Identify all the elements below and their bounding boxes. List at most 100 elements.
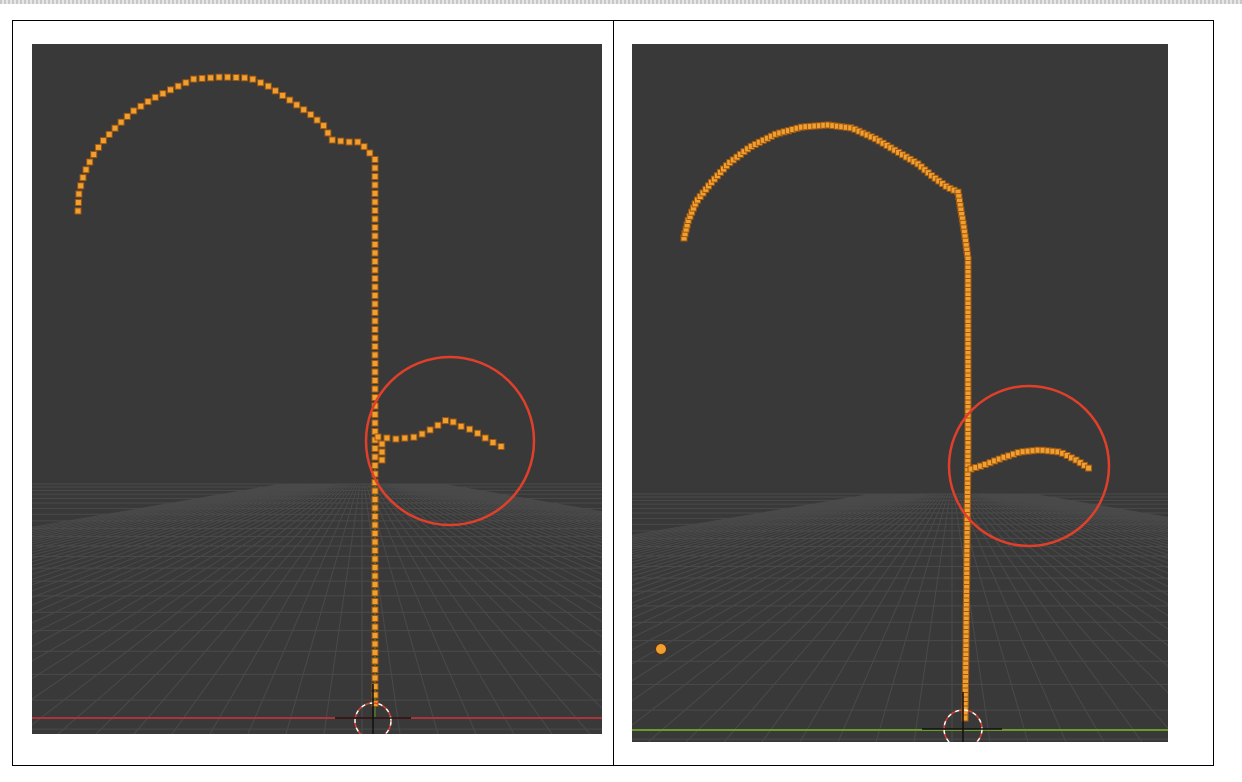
vertex-point[interactable] bbox=[371, 538, 379, 546]
vertex-point[interactable] bbox=[371, 258, 379, 265]
vertex-group[interactable] bbox=[74, 73, 505, 707]
vertex-point[interactable] bbox=[374, 433, 382, 441]
vertex-point[interactable] bbox=[371, 640, 379, 648]
vertex-point[interactable] bbox=[151, 93, 159, 101]
vertex-point[interactable] bbox=[371, 385, 379, 393]
vertex-point[interactable] bbox=[371, 215, 379, 223]
vertex-point[interactable] bbox=[392, 435, 400, 443]
vertex-point[interactable] bbox=[371, 496, 379, 503]
vertex-point[interactable] bbox=[426, 426, 434, 434]
vertex-point[interactable] bbox=[90, 151, 98, 158]
vertex-point[interactable] bbox=[371, 300, 379, 308]
vertex-point[interactable] bbox=[371, 326, 379, 333]
vertex-point[interactable] bbox=[198, 74, 206, 82]
vertex-point[interactable] bbox=[174, 82, 182, 90]
vertex-point[interactable] bbox=[497, 443, 505, 450]
vertex-point[interactable] bbox=[371, 513, 379, 520]
vertex-point[interactable] bbox=[371, 598, 379, 605]
vertex-point[interactable] bbox=[279, 92, 287, 99]
vertex-point[interactable] bbox=[371, 181, 379, 189]
vertex-point[interactable] bbox=[371, 292, 379, 299]
vertex-point[interactable] bbox=[271, 87, 279, 95]
vertex-point[interactable] bbox=[371, 615, 379, 622]
vertex-point[interactable] bbox=[159, 90, 167, 98]
vertex-point[interactable] bbox=[371, 309, 379, 316]
vertex-point[interactable] bbox=[324, 129, 332, 137]
vertex-point[interactable] bbox=[371, 504, 379, 512]
vertex-point[interactable] bbox=[371, 623, 379, 631]
vertex-point[interactable] bbox=[371, 419, 379, 427]
vertex-point[interactable] bbox=[378, 440, 386, 448]
vertex-point[interactable] bbox=[300, 106, 308, 114]
vertex-point[interactable] bbox=[371, 351, 379, 359]
vertex-point[interactable] bbox=[449, 418, 457, 426]
vertex-point[interactable] bbox=[371, 173, 379, 180]
vertex-point[interactable] bbox=[371, 666, 379, 673]
vertex-point[interactable] bbox=[313, 116, 321, 124]
vertex-point[interactable] bbox=[371, 334, 379, 342]
vertex-point[interactable] bbox=[366, 149, 374, 157]
vertex-point[interactable] bbox=[79, 174, 87, 182]
vertex-point[interactable] bbox=[481, 434, 489, 442]
vertex-point[interactable] bbox=[371, 232, 379, 240]
vertex-point[interactable] bbox=[371, 207, 379, 214]
vertex-point[interactable] bbox=[371, 377, 379, 384]
left-viewport[interactable] bbox=[32, 44, 602, 734]
vertex-point[interactable] bbox=[371, 649, 379, 656]
vertex-point[interactable] bbox=[215, 73, 223, 81]
vertex-point[interactable] bbox=[86, 158, 94, 166]
vertex-point[interactable] bbox=[257, 79, 265, 87]
vertex-point[interactable] bbox=[94, 143, 102, 151]
vertex-point[interactable] bbox=[105, 130, 113, 138]
vertex-point[interactable] bbox=[371, 164, 379, 172]
vertex-point[interactable] bbox=[383, 434, 391, 442]
vertex-point[interactable] bbox=[371, 589, 379, 597]
vertex-point[interactable] bbox=[123, 112, 131, 120]
vertex-point[interactable] bbox=[144, 98, 152, 106]
vertex-point[interactable] bbox=[264, 82, 272, 90]
vertex-point[interactable] bbox=[82, 166, 90, 174]
vertex-point[interactable] bbox=[371, 453, 379, 461]
vertex-point[interactable] bbox=[371, 275, 379, 282]
vertex-point[interactable] bbox=[378, 456, 386, 464]
vertex-point[interactable] bbox=[418, 430, 426, 438]
vertex-point[interactable] bbox=[371, 581, 379, 588]
vertex-point[interactable] bbox=[360, 143, 368, 151]
vertex-point[interactable] bbox=[182, 79, 190, 87]
vertex-point[interactable] bbox=[457, 422, 465, 430]
vertex-point[interactable] bbox=[1085, 464, 1093, 472]
vertex-point[interactable] bbox=[371, 547, 379, 554]
vertex-point[interactable] bbox=[371, 411, 379, 418]
vertex-point[interactable] bbox=[371, 445, 379, 452]
vertex-point[interactable] bbox=[74, 199, 82, 206]
vertex-point[interactable] bbox=[371, 224, 379, 231]
vertex-point[interactable] bbox=[410, 433, 418, 441]
vertex-point[interactable] bbox=[371, 572, 379, 580]
vertex-point[interactable] bbox=[371, 190, 379, 197]
vertex-point[interactable] bbox=[74, 207, 82, 215]
vertex-point[interactable] bbox=[241, 74, 249, 82]
vertex-point[interactable] bbox=[371, 249, 379, 257]
vertex-point[interactable] bbox=[371, 564, 379, 571]
vertex-point[interactable] bbox=[190, 75, 198, 83]
vertex-point[interactable] bbox=[99, 137, 107, 145]
vertex-point[interactable] bbox=[474, 429, 482, 437]
vertex-point[interactable] bbox=[434, 421, 442, 429]
vertex-point[interactable] bbox=[371, 657, 379, 665]
vertex-point[interactable] bbox=[371, 632, 379, 639]
vertex-point[interactable] bbox=[232, 74, 240, 81]
3d-cursor-icon[interactable] bbox=[335, 684, 411, 734]
vertex-point[interactable] bbox=[371, 487, 379, 495]
vertex-point[interactable] bbox=[111, 124, 119, 132]
vertex-point[interactable] bbox=[307, 111, 315, 119]
vertex-point[interactable] bbox=[137, 102, 145, 110]
vertex-point[interactable] bbox=[371, 317, 379, 325]
vertex-point[interactable] bbox=[489, 439, 497, 446]
left-viewport-canvas[interactable] bbox=[32, 44, 602, 734]
vertex-point[interactable] bbox=[117, 118, 125, 126]
vertex-point[interactable] bbox=[167, 86, 174, 94]
vertex-point[interactable] bbox=[328, 136, 336, 144]
vertex-point[interactable] bbox=[371, 266, 379, 274]
vertex-point[interactable] bbox=[286, 96, 294, 104]
vertex-point[interactable] bbox=[371, 674, 379, 682]
